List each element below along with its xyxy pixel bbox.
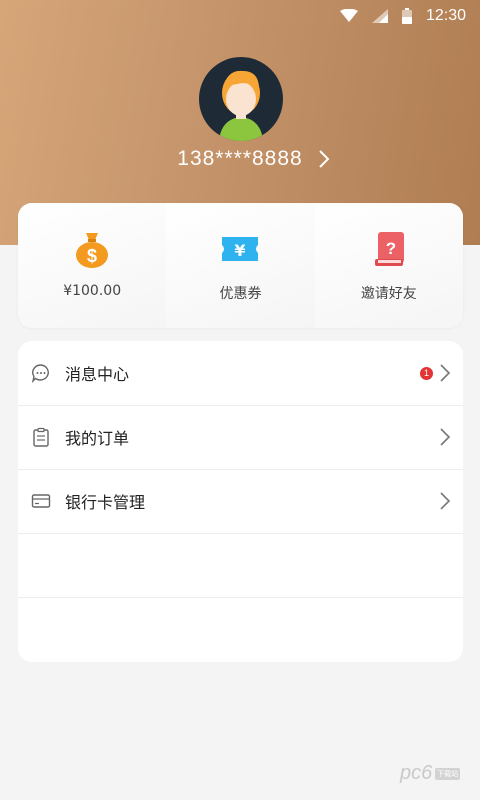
menu-card: 消息中心 1 我的订单 银行卡管理 [18, 341, 463, 662]
menu-label-bank-cards: 银行卡管理 [65, 493, 146, 512]
account-row[interactable]: 138****8888 [0, 145, 480, 173]
wifi-icon [339, 9, 358, 22]
invite-book-icon: ? [374, 232, 404, 266]
chevron-right-icon [440, 364, 451, 382]
menu-item-messages[interactable]: 消息中心 1 [18, 341, 463, 406]
avatar-icon [219, 70, 263, 141]
coupon-icon: ¥ [222, 237, 259, 261]
chevron-right-icon [440, 492, 451, 510]
svg-text:$: $ [87, 246, 97, 266]
message-icon [31, 364, 49, 383]
menu-item-bank-cards[interactable]: 银行卡管理 [18, 469, 463, 534]
signal-icon [371, 9, 388, 23]
balance-item[interactable]: $ ¥100.00 [18, 203, 167, 328]
svg-text:¥: ¥ [235, 241, 246, 260]
phone-number: 138****8888 [177, 147, 303, 170]
money-bag-icon: $ [76, 233, 109, 268]
unread-badge: 1 [420, 366, 433, 380]
wallet-card: $ ¥100.00 ¥ 优惠券 ? 邀请好友 [18, 203, 463, 328]
watermark: pc6 下载站 [400, 762, 461, 785]
battery-icon [401, 8, 412, 24]
svg-text:?: ? [386, 239, 396, 258]
empty-row [18, 533, 463, 598]
status-time: 12:30 [425, 7, 466, 24]
order-icon [33, 427, 49, 447]
avatar[interactable] [199, 57, 283, 141]
coupon-label: 优惠券 [219, 286, 262, 302]
status-bar: 12:30 [339, 0, 480, 32]
menu-label-messages: 消息中心 [65, 365, 130, 384]
watermark-badge: 下载站 [435, 767, 461, 780]
chevron-right-icon [440, 428, 451, 446]
balance-label: ¥100.00 [63, 283, 122, 299]
menu-label-orders: 我的订单 [65, 429, 130, 448]
bank-card-icon [31, 494, 51, 508]
invite-item[interactable]: ? 邀请好友 [314, 203, 463, 328]
coupon-item[interactable]: ¥ 优惠券 [166, 203, 315, 328]
chevron-right-icon [319, 150, 330, 168]
watermark-logo: pc6 [400, 762, 433, 784]
menu-item-orders[interactable]: 我的订单 [18, 405, 463, 470]
invite-label: 邀请好友 [360, 286, 417, 302]
